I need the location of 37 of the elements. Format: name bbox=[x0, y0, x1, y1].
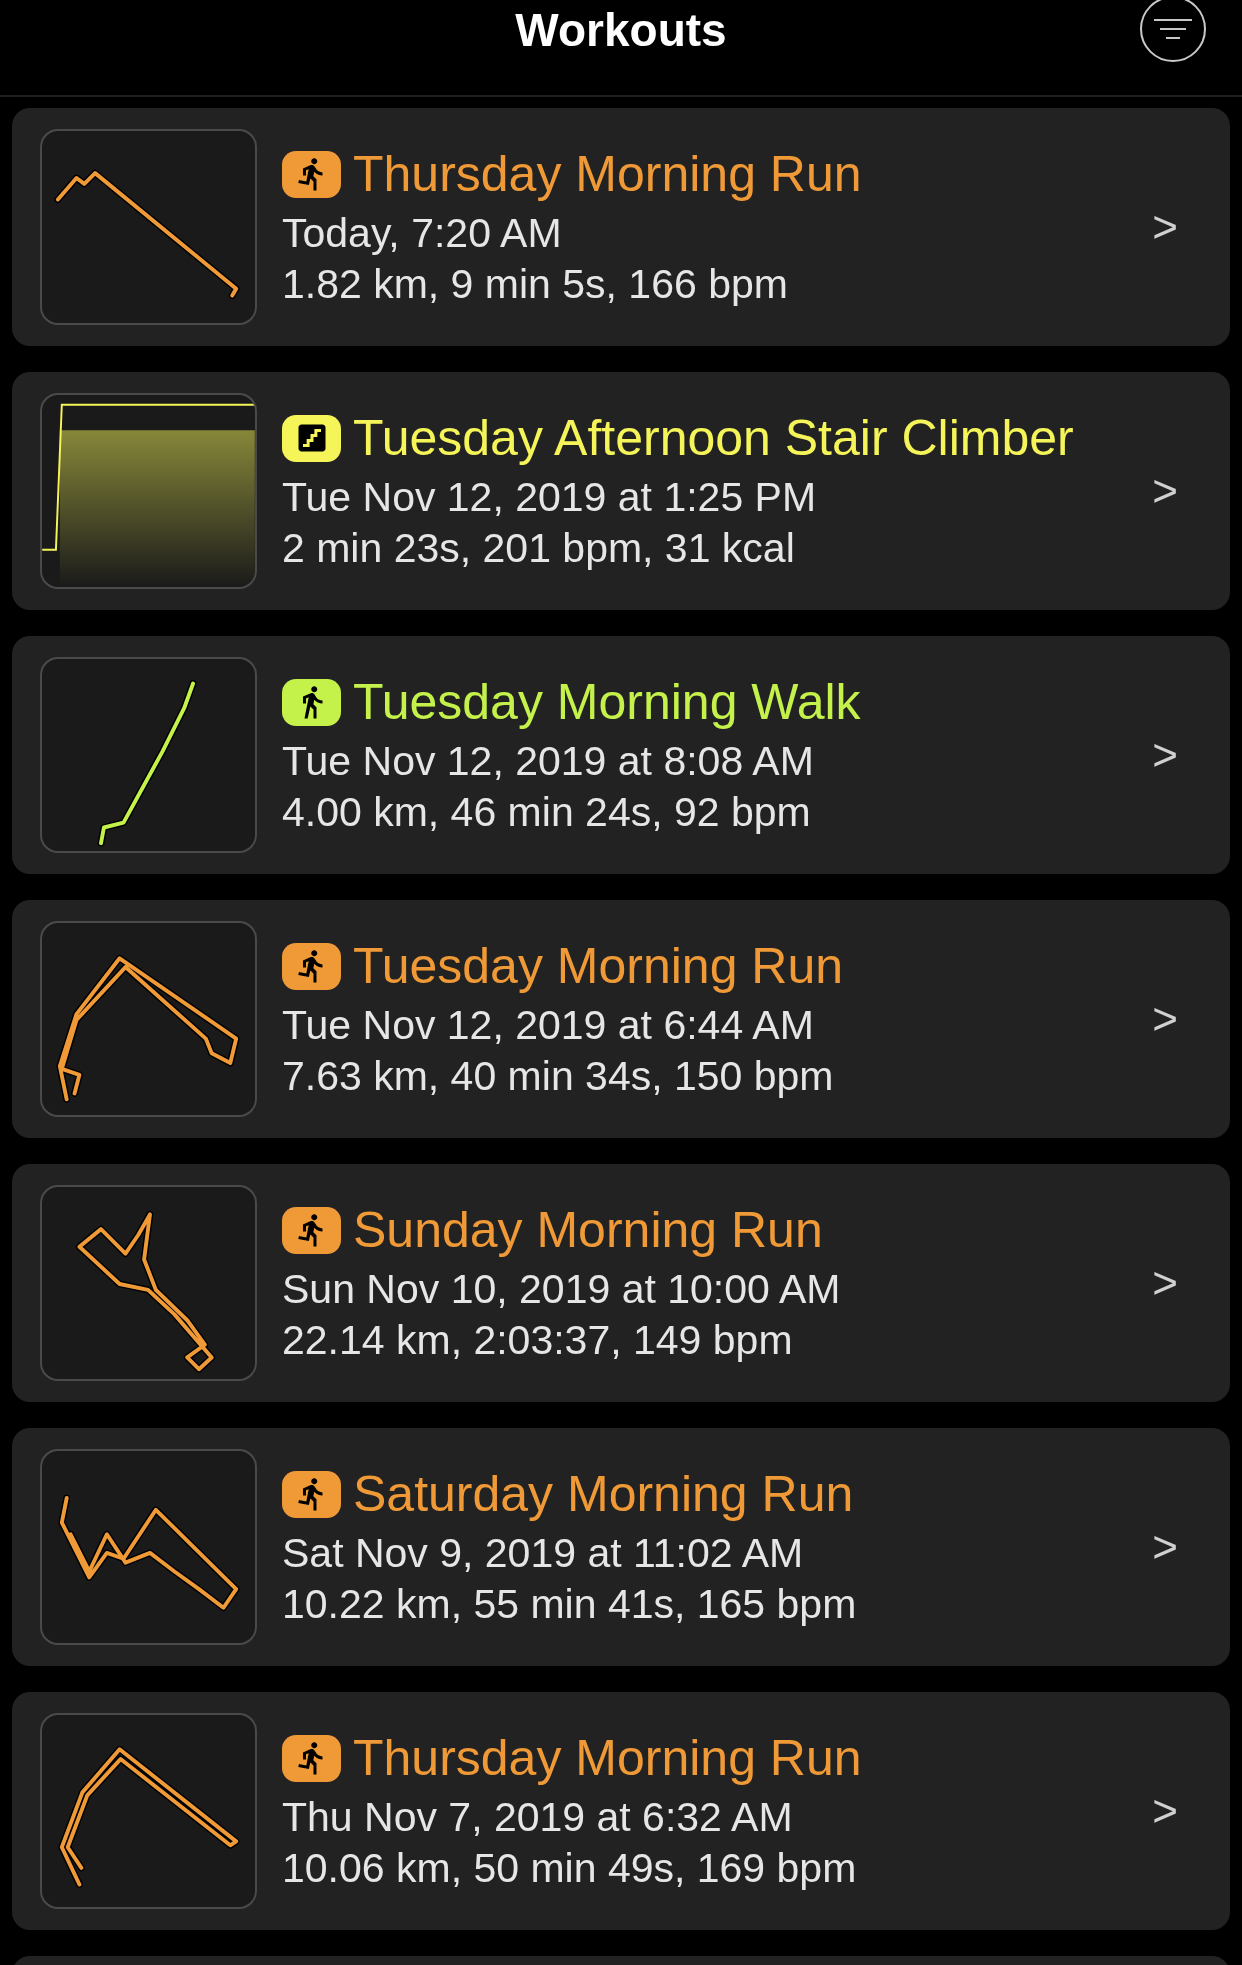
chevron: > bbox=[1152, 1521, 1178, 1573]
workout-card[interactable]: Tuesday Afternoon Stair Climber Tue Nov 12, 2019 at 1:25 PM 2 min 23s, 201 bpm, 31 kcal > bbox=[12, 372, 1230, 610]
workout-title: Thursday Morning Run bbox=[353, 145, 862, 204]
workout-title: Tuesday Afternoon Stair Climber bbox=[353, 409, 1074, 468]
workout-title: Saturday Morning Run bbox=[353, 1465, 854, 1524]
workout-stats: 7.63 km, 40 min 34s, 150 bpm bbox=[282, 1052, 835, 1101]
chevron: > bbox=[1152, 729, 1178, 781]
chevron: > bbox=[1152, 1785, 1178, 1837]
filter-button[interactable] bbox=[1140, 0, 1206, 62]
workout-date: Sun Nov 10, 2019 at 10:00 AM bbox=[282, 1265, 842, 1314]
workout-date: Sat Nov 9, 2019 at 11:02 AM bbox=[282, 1529, 805, 1578]
workout-title: Sunday Morning Run bbox=[353, 1201, 823, 1260]
chevron: > bbox=[1152, 465, 1178, 517]
workout-card[interactable]: Tuesday Morning Run Tue Nov 12, 2019 at 6:44 AM 7.63 km, 40 min 34s, 150 bpm > bbox=[12, 900, 1230, 1138]
workout-title: Tuesday Morning Run bbox=[353, 937, 844, 996]
workout-card[interactable]: Sunday Morning Run Sun Nov 10, 2019 at 10:00 AM 22.14 km, 2:03:37, 149 bpm > bbox=[12, 1164, 1230, 1402]
workout-date: Tue Nov 12, 2019 at 6:44 AM bbox=[282, 1001, 815, 1050]
workout-title: Tuesday Morning Walk bbox=[353, 673, 861, 732]
workout-date: Tue Nov 12, 2019 at 1:25 PM bbox=[282, 473, 818, 522]
workout-title: Thursday Morning Run bbox=[353, 1729, 862, 1788]
workout-stats: 10.06 km, 50 min 49s, 169 bpm bbox=[282, 1844, 858, 1893]
chevron: > bbox=[1152, 1257, 1178, 1309]
workout-card[interactable]: Tuesday Morning Walk Tue Nov 12, 2019 at 8:08 AM 4.00 km, 46 min 24s, 92 bpm > bbox=[12, 636, 1230, 874]
chevron: > bbox=[1152, 993, 1178, 1045]
workout-stats: 4.00 km, 46 min 24s, 92 bpm bbox=[282, 788, 812, 837]
workout-date: Today, 7:20 AM bbox=[282, 209, 563, 258]
workout-card[interactable]: Saturday Morning Run Sat Nov 9, 2019 at 11:02 AM 10.22 km, 55 min 41s, 165 bpm > bbox=[12, 1428, 1230, 1666]
workout-stats: 2 min 23s, 201 bpm, 31 kcal bbox=[282, 524, 796, 573]
workout-date: Tue Nov 12, 2019 at 8:08 AM bbox=[282, 737, 815, 786]
workout-card[interactable]: Thursday Morning Run Thu Nov 7, 2019 at 6:32 AM 10.06 km, 50 min 49s, 169 bpm > bbox=[12, 1692, 1230, 1930]
chevron: > bbox=[1152, 201, 1178, 253]
workout-date: Thu Nov 7, 2019 at 6:32 AM bbox=[282, 1793, 794, 1842]
workout-stats: 22.14 km, 2:03:37, 149 bpm bbox=[282, 1316, 794, 1365]
workout-stats: 10.22 km, 55 min 41s, 165 bpm bbox=[282, 1580, 858, 1629]
workout-stats: 1.82 km, 9 min 5s, 166 bpm bbox=[282, 260, 789, 309]
workout-card[interactable]: Thursday Morning Run Today, 7:20 AM 1.82 km, 9 min 5s, 166 bpm > bbox=[12, 108, 1230, 346]
page-title: Workouts bbox=[515, 3, 727, 58]
